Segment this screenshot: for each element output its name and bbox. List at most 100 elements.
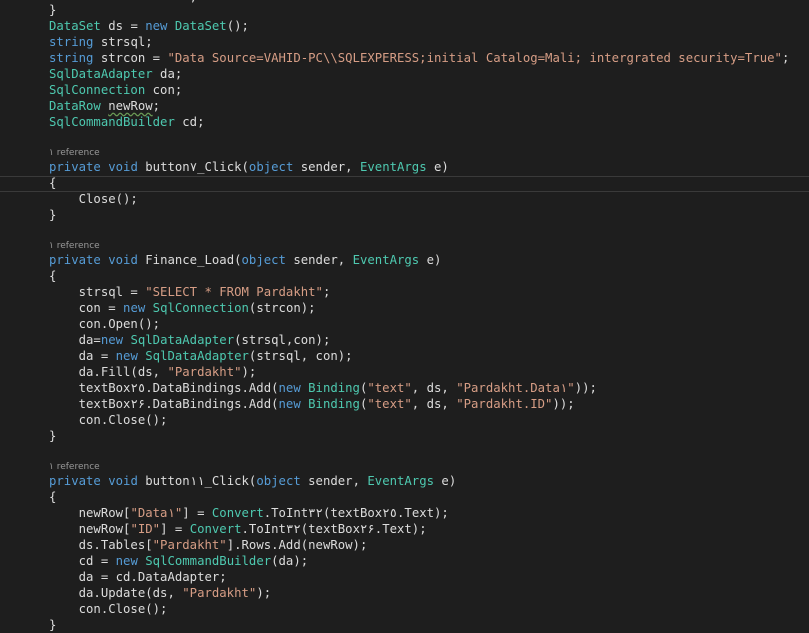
- code-token: {: [49, 176, 57, 190]
- code-token: string: [49, 51, 94, 65]
- code-token: textBox٢٥.DataBindings.Add(: [49, 381, 279, 395]
- code-token: sender,: [300, 474, 368, 488]
- code-token: newRow[: [49, 522, 131, 536]
- code-token: con =: [49, 301, 124, 315]
- code-token: SqlDataAdapter: [130, 333, 235, 347]
- code-line[interactable]: DataSet ds = new DataSet();: [49, 18, 249, 34]
- code-token: e): [426, 160, 449, 174]
- code-token: SqlConnection: [49, 83, 146, 97]
- code-token: ;: [152, 99, 161, 113]
- code-line[interactable]: SqlCommandBuilder cd;: [49, 114, 204, 130]
- code-line[interactable]: SqlDataAdapter da;: [49, 66, 182, 82]
- code-token: new: [115, 349, 138, 363]
- code-line[interactable]: textBox٢۶.DataBindings.Add(new Binding("…: [49, 396, 575, 412]
- code-token: da = cd.DataAdapter;: [49, 570, 227, 584]
- code-line[interactable]: private void button٧_Click(object sender…: [49, 159, 449, 175]
- code-line[interactable]: da = cd.DataAdapter;: [49, 569, 227, 585]
- code-token: da =: [49, 349, 116, 363]
- code-line[interactable]: {: [49, 175, 56, 191]
- code-token: ));: [574, 381, 597, 395]
- code-token: );: [241, 365, 257, 379]
- code-token: );: [256, 586, 272, 600]
- code-line[interactable]: Close();: [49, 191, 138, 207]
- code-token: EventArgs: [352, 253, 420, 267]
- code-token: con.Close();: [49, 602, 168, 616]
- code-token: new: [123, 301, 146, 315]
- code-token: (da);: [271, 554, 309, 568]
- codelens-reference[interactable]: ١ reference: [49, 240, 100, 252]
- code-line[interactable]: da.Fill(ds, "Pardakht");: [49, 364, 257, 380]
- code-token: private: [49, 253, 101, 267]
- code-line[interactable]: da=new SqlDataAdapter(strsql,con);: [49, 332, 331, 348]
- code-token: da=: [49, 333, 101, 347]
- code-token: new: [278, 381, 301, 395]
- code-token: {: [49, 269, 57, 283]
- code-token: DataSet: [49, 19, 101, 33]
- code-token: {: [49, 490, 57, 504]
- code-token: "Pardakht": [182, 586, 257, 600]
- code-token: ();: [226, 19, 249, 33]
- code-token: con.Close();: [49, 413, 168, 427]
- code-token: sender,: [293, 160, 360, 174]
- code-token: "Pardakht.Data١": [456, 381, 575, 395]
- code-token: textBox٢۶.DataBindings.Add(: [49, 397, 279, 411]
- codelens-reference[interactable]: ١ reference: [49, 147, 100, 159]
- code-token: "Data١": [130, 506, 183, 520]
- current-line-highlight: [0, 176, 809, 192]
- code-line[interactable]: con.Close();: [49, 601, 168, 617]
- code-token: "Pardakht.ID": [456, 397, 553, 411]
- code-token: ].Rows.Add(newRow);: [226, 538, 368, 552]
- code-token: newRow: [108, 99, 153, 113]
- partial-code-line: ,: [49, 0, 197, 3]
- code-line[interactable]: {: [49, 268, 56, 284]
- code-line[interactable]: private void button١١_Click(object sende…: [49, 473, 456, 489]
- code-token: ] =: [160, 522, 190, 536]
- code-token: private: [49, 474, 101, 488]
- code-token: string: [49, 35, 94, 49]
- code-line[interactable]: SqlConnection con;: [49, 82, 182, 98]
- code-line[interactable]: newRow["ID"] = Convert.ToInt٣٢(textBox٢۶…: [49, 521, 427, 537]
- codelens-reference[interactable]: ١ reference: [49, 461, 100, 473]
- code-line[interactable]: private void Finance_Load(object sender,…: [49, 252, 441, 268]
- code-token: .ToInt٣٢(textBox٢۶.Text);: [241, 522, 427, 536]
- code-token: private: [49, 160, 101, 174]
- code-line[interactable]: con = new SqlConnection(strcon);: [49, 300, 316, 316]
- code-token: ds.Tables[: [49, 538, 153, 552]
- code-token: (strsql, con);: [248, 349, 353, 363]
- code-token: SqlCommandBuilder: [49, 115, 175, 129]
- code-line[interactable]: string strsql;: [49, 34, 153, 50]
- code-token: strcon =: [93, 51, 168, 65]
- code-line[interactable]: ds.Tables["Pardakht"].Rows.Add(newRow);: [49, 537, 368, 553]
- code-line[interactable]: da.Update(ds, "Pardakht");: [49, 585, 272, 601]
- code-token: void: [108, 474, 138, 488]
- code-token: new: [100, 333, 124, 347]
- code-line[interactable]: da = new SqlDataAdapter(strsql, con);: [49, 348, 353, 364]
- code-line[interactable]: textBox٢٥.DataBindings.Add(new Binding("…: [49, 380, 597, 396]
- code-token: "Pardakht": [152, 538, 227, 552]
- code-line[interactable]: cd = new SqlCommandBuilder(da);: [49, 553, 309, 569]
- code-token: button٧_Click(: [137, 160, 249, 174]
- code-line[interactable]: con.Close();: [49, 412, 168, 428]
- code-line[interactable]: }: [49, 428, 56, 444]
- code-line[interactable]: strsql = "SELECT * FROM Pardakht";: [49, 284, 331, 300]
- code-line[interactable]: }: [49, 2, 56, 18]
- code-token: newRow[: [49, 506, 131, 520]
- code-editor[interactable]: , } DataSet ds = new DataSet(); string s…: [0, 0, 809, 632]
- code-line[interactable]: con.Open();: [49, 316, 160, 332]
- code-line[interactable]: }: [49, 207, 56, 223]
- code-token: con.Open();: [49, 317, 161, 331]
- code-token: Binding: [308, 397, 360, 411]
- code-line[interactable]: {: [49, 489, 56, 505]
- code-token: "ID": [130, 522, 161, 536]
- code-token: Close();: [49, 192, 138, 206]
- code-token: SqlConnection: [152, 301, 249, 315]
- code-token: Finance_Load(: [137, 253, 242, 267]
- code-token: void: [108, 253, 138, 267]
- code-line[interactable]: newRow["Data١"] = Convert.ToInt٣٢(textBo…: [49, 505, 449, 521]
- code-token: Binding: [308, 381, 360, 395]
- code-line[interactable]: string strcon = "Data Source=VAHID-PC\\S…: [49, 50, 789, 66]
- code-line[interactable]: DataRow newRow;: [49, 98, 160, 114]
- code-token: ds =: [100, 19, 146, 33]
